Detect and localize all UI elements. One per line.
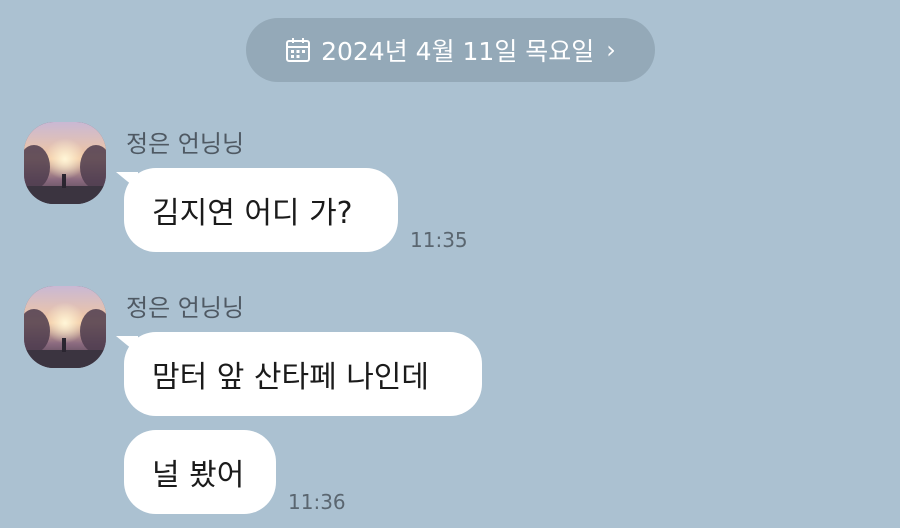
date-divider[interactable]: 2024년 4월 11일 목요일 ›	[246, 18, 655, 82]
chevron-right-icon: ›	[606, 36, 616, 64]
date-divider-text: 2024년 4월 11일 목요일	[321, 37, 595, 66]
message-time: 11:36	[288, 490, 346, 514]
message-text: 김지연 어디 가?	[152, 196, 353, 231]
message-bubble[interactable]: 김지연 어디 가?	[124, 168, 398, 252]
message-text: 널 봤어	[152, 458, 245, 493]
calendar-icon	[285, 37, 311, 63]
avatar[interactable]	[24, 122, 106, 204]
avatar[interactable]	[24, 286, 106, 368]
message-time: 11:35	[410, 228, 468, 252]
message-text: 맘터 앞 산타페 나인데	[152, 360, 430, 395]
sender-name: 정은 언닝닝	[126, 130, 245, 158]
message-bubble[interactable]: 널 봤어	[124, 430, 276, 514]
message-bubble[interactable]: 맘터 앞 산타페 나인데	[124, 332, 482, 416]
sender-name: 정은 언닝닝	[126, 294, 245, 322]
